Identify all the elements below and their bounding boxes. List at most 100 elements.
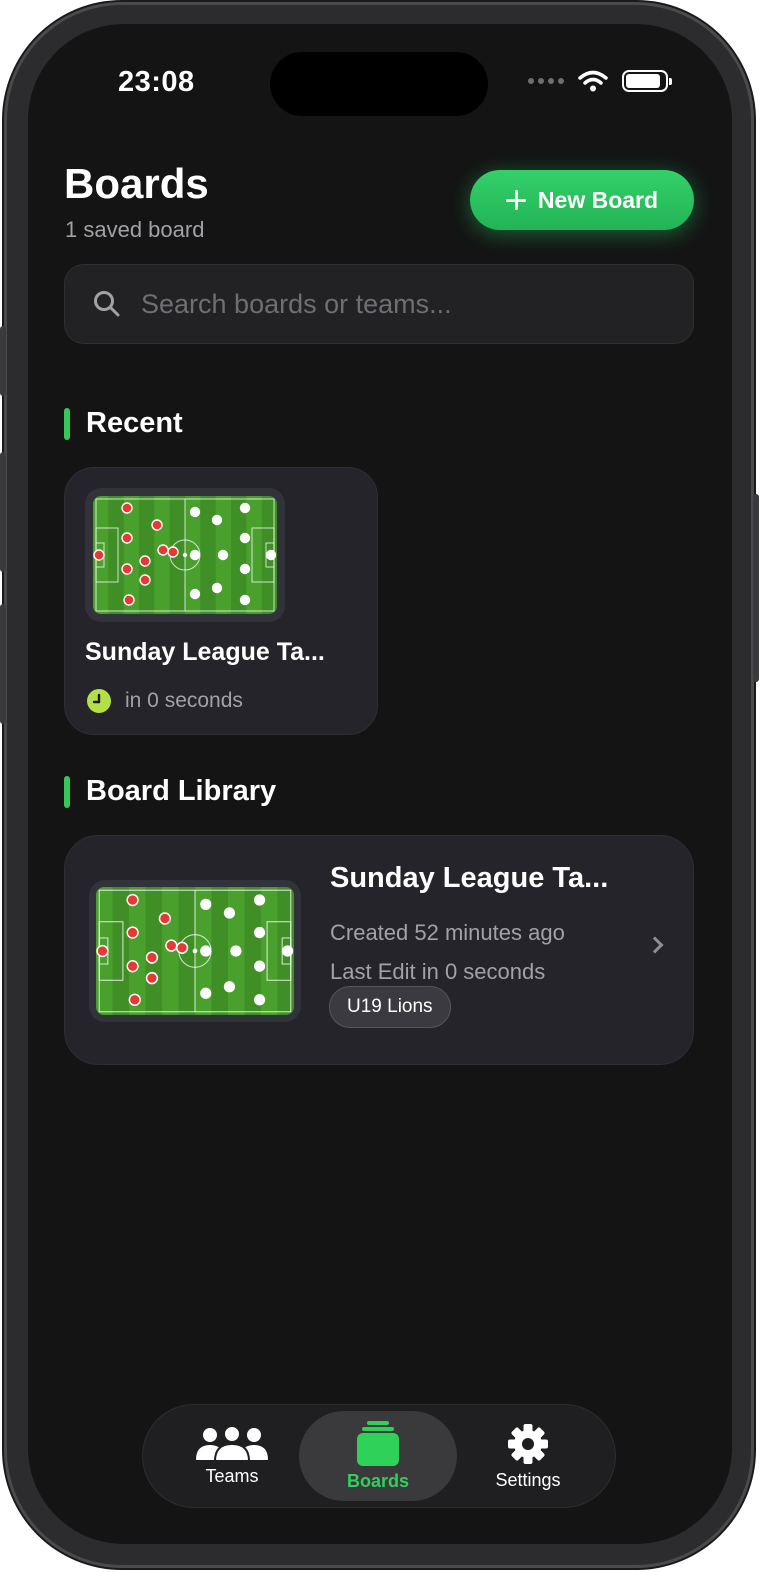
team-tag-badge[interactable]: U19 Lions xyxy=(329,986,451,1028)
library-section-header: Board Library xyxy=(64,775,276,808)
pitch-preview xyxy=(93,496,277,614)
board-last-edit-time: Last Edit in 0 seconds xyxy=(330,959,546,984)
home-player-marker xyxy=(145,951,159,964)
away-player-marker xyxy=(217,549,229,561)
search-bar[interactable] xyxy=(64,264,694,344)
away-player-marker xyxy=(230,945,242,957)
new-board-button[interactable]: New Board xyxy=(470,170,694,230)
pitch-stripe xyxy=(112,887,130,1015)
away-player-marker xyxy=(253,994,266,1006)
home-player-marker xyxy=(158,912,172,925)
home-player-marker xyxy=(126,893,139,907)
tab-settings-label: Settings xyxy=(495,1469,561,1490)
battery-fill xyxy=(626,74,661,88)
home-player-marker xyxy=(128,993,141,1006)
away-player-marker xyxy=(239,594,251,606)
away-player-marker xyxy=(200,898,212,910)
pitch-preview xyxy=(96,887,294,1015)
recent-section-label: Recent xyxy=(86,407,183,439)
away-player-marker xyxy=(189,549,201,561)
tab-teams[interactable]: Teams xyxy=(153,1411,311,1501)
recent-board-card[interactable]: Sunday League Ta... in 0 seconds xyxy=(64,467,378,735)
battery-icon xyxy=(622,70,672,92)
chevron-right-icon xyxy=(646,936,664,954)
recent-board-meta: in 0 seconds xyxy=(87,689,243,713)
pitch-stripe xyxy=(200,496,217,614)
away-player-marker xyxy=(265,549,277,561)
pitch-stripe xyxy=(145,887,163,1015)
home-player-marker xyxy=(165,939,178,952)
ball xyxy=(192,948,198,954)
tab-boards-label: Boards xyxy=(346,1470,409,1491)
boards-icon xyxy=(357,1420,399,1466)
silent-switch xyxy=(0,326,6,396)
power-button xyxy=(753,494,759,682)
tab-settings[interactable]: Settings xyxy=(449,1411,607,1501)
away-player-marker xyxy=(200,987,212,999)
page-title: Boards xyxy=(64,160,209,207)
pitch-stripe xyxy=(108,496,125,614)
home-player-marker xyxy=(121,532,133,544)
people-icon xyxy=(196,1425,268,1462)
search-input[interactable] xyxy=(141,288,693,320)
home-player-marker xyxy=(175,941,189,954)
home-player-marker xyxy=(167,546,179,558)
pitch-stripe xyxy=(261,887,279,1015)
home-player-marker xyxy=(126,960,139,973)
away-player-marker xyxy=(211,582,223,594)
recent-section-header: Recent xyxy=(64,407,183,440)
saved-board-count: 1 saved board xyxy=(65,217,205,242)
board-created-time: Created 52 minutes ago xyxy=(330,920,565,945)
away-player-marker xyxy=(281,945,294,957)
away-player-marker xyxy=(223,907,236,919)
home-player-marker xyxy=(93,549,105,561)
away-player-marker xyxy=(223,981,236,993)
recent-board-title: Sunday League Ta... xyxy=(85,638,325,666)
tab-teams-label: Teams xyxy=(205,1465,259,1486)
tab-boards[interactable]: Boards xyxy=(299,1411,457,1501)
away-player-marker xyxy=(253,960,266,972)
section-accent-bar xyxy=(64,407,70,440)
search-icon xyxy=(94,291,120,317)
pitch-stripe xyxy=(246,496,263,614)
home-player-marker xyxy=(139,555,151,567)
home-player-marker xyxy=(151,519,163,531)
dynamic-island xyxy=(270,52,488,116)
status-icons xyxy=(528,70,672,92)
away-player-marker xyxy=(239,532,251,544)
ball xyxy=(182,552,188,558)
wifi-icon xyxy=(578,70,608,92)
volume-down-button xyxy=(0,604,6,724)
cellular-signal-icon xyxy=(528,78,564,84)
away-player-marker xyxy=(189,588,201,600)
library-board-title: Sunday League Ta... xyxy=(330,862,609,894)
gear-icon xyxy=(508,1423,548,1464)
home-player-marker xyxy=(123,594,135,606)
away-player-marker xyxy=(253,894,266,906)
away-player-marker xyxy=(211,514,223,526)
away-player-marker xyxy=(253,926,266,939)
pitch-stripe xyxy=(211,887,229,1015)
pitch-stripe xyxy=(139,496,155,614)
new-board-label: New Board xyxy=(537,186,659,213)
clock-icon xyxy=(87,689,111,713)
home-player-marker xyxy=(139,574,151,586)
away-player-marker xyxy=(239,563,251,575)
volume-up-button xyxy=(0,452,6,572)
status-time: 23:08 xyxy=(118,66,195,98)
home-player-marker xyxy=(126,926,139,939)
section-accent-bar xyxy=(64,775,70,808)
home-player-marker xyxy=(121,502,133,514)
home-player-marker xyxy=(157,544,169,556)
home-player-marker xyxy=(145,971,159,985)
library-section-label: Board Library xyxy=(86,775,277,807)
plus-icon xyxy=(505,190,526,210)
recent-board-time: in 0 seconds xyxy=(125,689,243,712)
away-player-marker xyxy=(239,502,251,514)
tab-bar: Teams Boards Settings xyxy=(142,1404,616,1508)
app-screen: 23:08 Boards 1 saved board New Board Rec… xyxy=(28,24,732,1544)
board-thumbnail xyxy=(85,488,285,622)
away-player-marker xyxy=(200,945,212,957)
home-player-marker xyxy=(121,563,133,575)
library-board-card[interactable]: Sunday League Ta... Created 52 minutes a… xyxy=(64,835,694,1065)
